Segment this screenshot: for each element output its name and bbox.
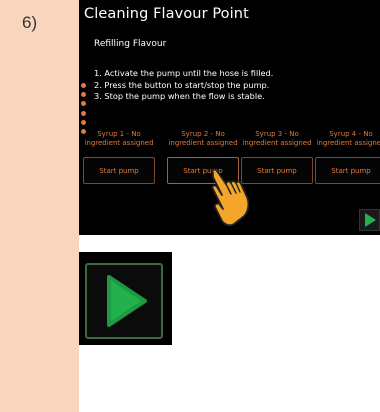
instruction-line: 2. Press the button to start/stop the pu… [94,79,270,90]
pump-label-line: Syrup 4 - No [329,130,373,138]
pump-label-line: ingredient assigned [84,139,154,147]
pump-label-line: ingredient assigned [242,139,312,147]
play-icon [365,213,376,227]
pump-label: Syrup 2 - No ingredient assigned [167,130,239,150]
next-button[interactable] [359,209,380,231]
screen-title: Cleaning Flavour Point [84,6,249,22]
pump-label: Syrup 4 - No ingredient assigned [315,130,380,150]
start-pump-button[interactable]: Start pump [83,157,155,184]
indicator-dot [81,110,86,116]
pump-label-line: Syrup 1 - No [97,130,141,138]
indicator-dot [81,101,86,107]
pump-syrup-1: Syrup 1 - No ingredient assigned Start p… [83,130,155,184]
indicator-dot [81,83,86,88]
hand-pointer-icon [211,168,250,227]
step-number: 6) [22,13,38,32]
left-column: 6) [0,0,79,412]
instruction-line: 1. Activate the pump until the hose is f… [94,68,274,78]
pump-label-line: ingredient assigned [316,139,380,147]
pump-label: Syrup 3 - No ingredient assigned [241,130,313,150]
pump-label-line: Syrup 2 - No [181,130,225,138]
instructions: 1. Activate the pump until the hose is f… [94,68,273,103]
instruction-line: 3. Stop the pump when the flow is stable… [94,91,265,101]
start-pump-button[interactable]: Start pump [315,157,380,184]
pump-syrup-4: Syrup 4 - No ingredient assigned Start p… [315,130,380,184]
zoomed-next-button [79,252,172,345]
pump-label: Syrup 1 - No ingredient assigned [83,130,155,150]
indicator-dot [81,92,86,98]
pump-label-line: Syrup 3 - No [255,130,299,138]
indicator-dot [81,119,86,125]
pump-label-line: ingredient assigned [168,139,238,147]
machine-screen: Cleaning Flavour Point Refilling Flavour… [79,0,380,235]
screen-subtitle: Refilling Flavour [94,39,167,49]
next-button-zoom[interactable] [85,263,163,339]
play-icon [107,275,147,327]
